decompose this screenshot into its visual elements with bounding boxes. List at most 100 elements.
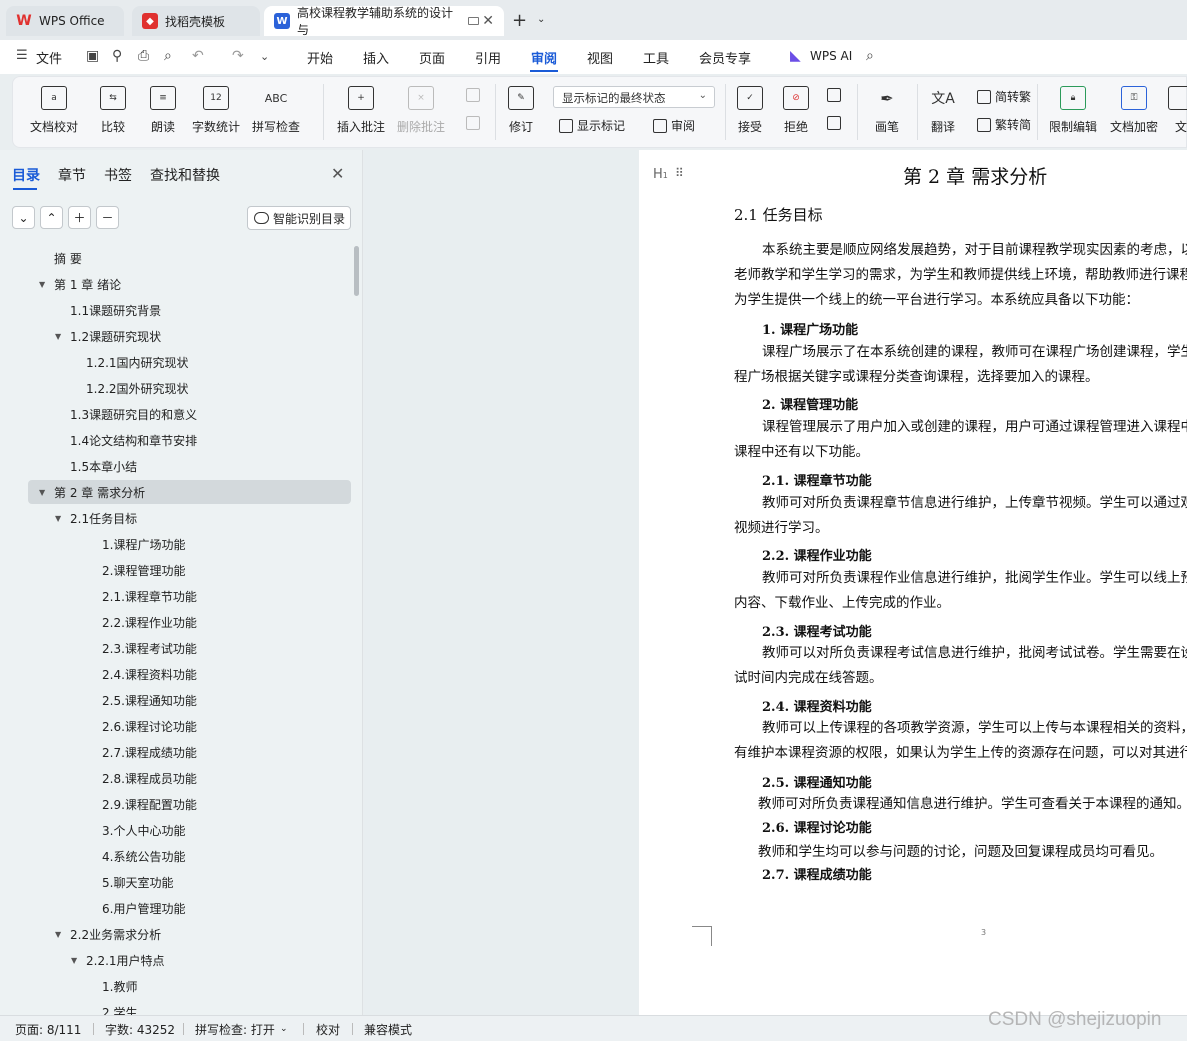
toc-item[interactable]: 2.8.课程成员功能	[28, 766, 351, 790]
close-icon[interactable]: ✕	[482, 13, 494, 29]
toc-item[interactable]: 1.5本章小结	[28, 454, 351, 478]
save-icon[interactable]: ▣	[86, 48, 99, 64]
menu-insert[interactable]: 插入	[363, 48, 389, 67]
insert-comment-button[interactable]: + 插入批注	[337, 86, 385, 135]
toc-item[interactable]: ▼ 1.2课题研究现状	[28, 324, 351, 348]
redo-icon[interactable]: ↷	[232, 48, 244, 64]
chevron-down-icon[interactable]: ⌄	[537, 14, 545, 25]
review-pane-button[interactable]: 审阅	[653, 117, 695, 134]
menu-view[interactable]: 视图	[587, 48, 613, 67]
drag-handle-icon[interactable]: ⠿	[675, 166, 684, 180]
word-count-button[interactable]: 12 字数统计	[192, 86, 240, 135]
new-tab-icon[interactable]: +	[512, 10, 527, 31]
accept-button[interactable]: ✓ 接受	[737, 86, 763, 135]
menu-review[interactable]: 审阅	[531, 48, 557, 67]
toc-item[interactable]: 2.5.课程通知功能	[28, 688, 351, 712]
menu-home[interactable]: 开始	[307, 48, 333, 67]
tab-find-replace[interactable]: 查找和替换	[150, 165, 220, 185]
tab-docer-templates[interactable]: ◆ 找稻壳模板	[132, 6, 260, 36]
toc-item[interactable]: 1.3课题研究目的和意义	[28, 402, 351, 426]
expand-arrow-icon[interactable]: ▼	[55, 514, 61, 523]
compare-button[interactable]: ⇆ 比较	[100, 86, 126, 135]
toc-item[interactable]: 1.教师	[28, 974, 351, 998]
toc-item[interactable]: 1.课程广场功能	[28, 532, 351, 556]
toc-item[interactable]: 5.聊天室功能	[28, 870, 351, 894]
remove-heading-button[interactable]: －	[96, 206, 119, 229]
toc-item[interactable]: 3.个人中心功能	[28, 818, 351, 842]
menu-file[interactable]: 文件	[36, 48, 62, 67]
next-change-button[interactable]	[827, 116, 845, 130]
toc-item[interactable]: 2.7.课程成绩功能	[28, 740, 351, 764]
toc-item[interactable]: 2.9.课程配置功能	[28, 792, 351, 816]
expand-arrow-icon[interactable]: ▼	[55, 332, 61, 341]
spell-check-button[interactable]: ABC 拼写检查	[252, 86, 300, 135]
toc-item[interactable]: 2.课程管理功能	[28, 558, 351, 582]
restrict-edit-button[interactable]: 🔒︎ 限制编辑	[1049, 86, 1097, 135]
status-proof[interactable]: 校对	[316, 1021, 340, 1038]
toc-item[interactable]: 2.3.课程考试功能	[28, 636, 351, 660]
menu-wps-ai[interactable]: WPS AI	[810, 49, 852, 63]
toc-item[interactable]: 1.4论文结构和章节安排	[28, 428, 351, 452]
expand-arrow-icon[interactable]: ▼	[39, 488, 45, 497]
menu-tools[interactable]: 工具	[643, 48, 669, 67]
encrypt-button[interactable]: ⚿ 文档加密	[1110, 86, 1158, 135]
hamburger-icon[interactable]: ☰	[16, 48, 28, 63]
show-markup-button[interactable]: 显示标记	[559, 117, 625, 134]
pen-button[interactable]: ✒ 画笔	[874, 86, 900, 135]
toc-item[interactable]: 6.用户管理功能	[28, 896, 351, 920]
share-icon[interactable]: ⚲	[112, 48, 122, 64]
print-preview-icon[interactable]: ⌕	[164, 48, 172, 64]
expand-arrow-icon[interactable]: ▼	[71, 956, 77, 965]
prev-change-button[interactable]	[827, 88, 845, 102]
toc-item[interactable]: 1.1课题研究背景	[28, 298, 351, 322]
reject-button[interactable]: ⊘ 拒绝	[783, 86, 809, 135]
read-aloud-button[interactable]: ≡ 朗读	[150, 86, 176, 135]
expand-arrow-icon[interactable]: ▼	[39, 280, 45, 289]
menu-member[interactable]: 会员专享	[699, 48, 751, 67]
tab-wps-office[interactable]: W WPS Office	[6, 6, 124, 36]
next-comment-button[interactable]	[466, 116, 484, 130]
revise-button[interactable]: ✎ 修订	[508, 86, 534, 135]
heading-marker-icon[interactable]: H1	[653, 167, 668, 182]
add-heading-button[interactable]: ＋	[68, 206, 91, 229]
toc-item[interactable]: ▼ 2.1任务目标	[28, 506, 351, 530]
collapse-all-button[interactable]: ⌄	[12, 206, 35, 229]
search-icon[interactable]: ⌕	[866, 48, 874, 64]
expand-up-button[interactable]: ⌃	[40, 206, 63, 229]
tab-toc[interactable]: 目录	[12, 165, 40, 185]
print-icon[interactable]: ⎙	[138, 48, 149, 64]
close-icon[interactable]: ✕	[331, 164, 344, 183]
to-simplified-button[interactable]: 繁转简	[977, 116, 1031, 133]
tab-bookmarks[interactable]: 书签	[104, 165, 132, 185]
monitor-icon[interactable]	[468, 17, 479, 25]
status-page[interactable]: 页面: 8/111	[15, 1021, 81, 1038]
translate-button[interactable]: 文A 翻译	[930, 86, 956, 135]
markup-display-select[interactable]: 显示标记的最终状态 ⌄	[553, 86, 715, 108]
chevron-down-icon[interactable]: ⌄	[260, 50, 269, 63]
toc-item[interactable]: ▼ 第 1 章 绪论	[28, 272, 351, 296]
delete-comment-button[interactable]: × 删除批注	[397, 86, 445, 135]
expand-arrow-icon[interactable]: ▼	[55, 930, 61, 939]
status-spell-check[interactable]: 拼写检查: 打开	[195, 1021, 275, 1038]
toc-scrollbar[interactable]	[354, 246, 359, 296]
document-page[interactable]: H1 ⠿ 第 2 章 需求分析 2.1 任务目标 本系统主要是顺应网络发展趋势，…	[639, 150, 1187, 1015]
chevron-down-icon[interactable]: ⌄	[280, 1024, 288, 1034]
toc-item[interactable]: ▼ 2.2.1用户特点	[28, 948, 351, 972]
toc-item[interactable]: 2.学生	[28, 1000, 351, 1016]
prev-comment-button[interactable]	[466, 88, 484, 102]
toc-item[interactable]: ▼ 第 2 章 需求分析	[28, 480, 351, 504]
toc-item[interactable]: 1.2.1国内研究现状	[28, 350, 351, 374]
tab-document[interactable]: W 高校课程教学辅助系统的设计与 ✕	[264, 6, 504, 37]
doc-check-button[interactable]: a 文档校对	[30, 86, 78, 135]
more-ribbon-button[interactable]: 文	[1168, 86, 1187, 135]
toc-item[interactable]: 4.系统公告功能	[28, 844, 351, 868]
toc-item[interactable]: 2.4.课程资料功能	[28, 662, 351, 686]
tab-sections[interactable]: 章节	[58, 165, 86, 185]
toc-item[interactable]: 摘 要	[28, 246, 351, 270]
toc-item[interactable]: 2.2.课程作业功能	[28, 610, 351, 634]
toc-item[interactable]: 2.1.课程章节功能	[28, 584, 351, 608]
menu-page[interactable]: 页面	[419, 48, 445, 67]
status-word-count[interactable]: 字数: 43252	[105, 1021, 175, 1038]
toc-item[interactable]: 1.2.2国外研究现状	[28, 376, 351, 400]
menu-references[interactable]: 引用	[475, 48, 501, 67]
